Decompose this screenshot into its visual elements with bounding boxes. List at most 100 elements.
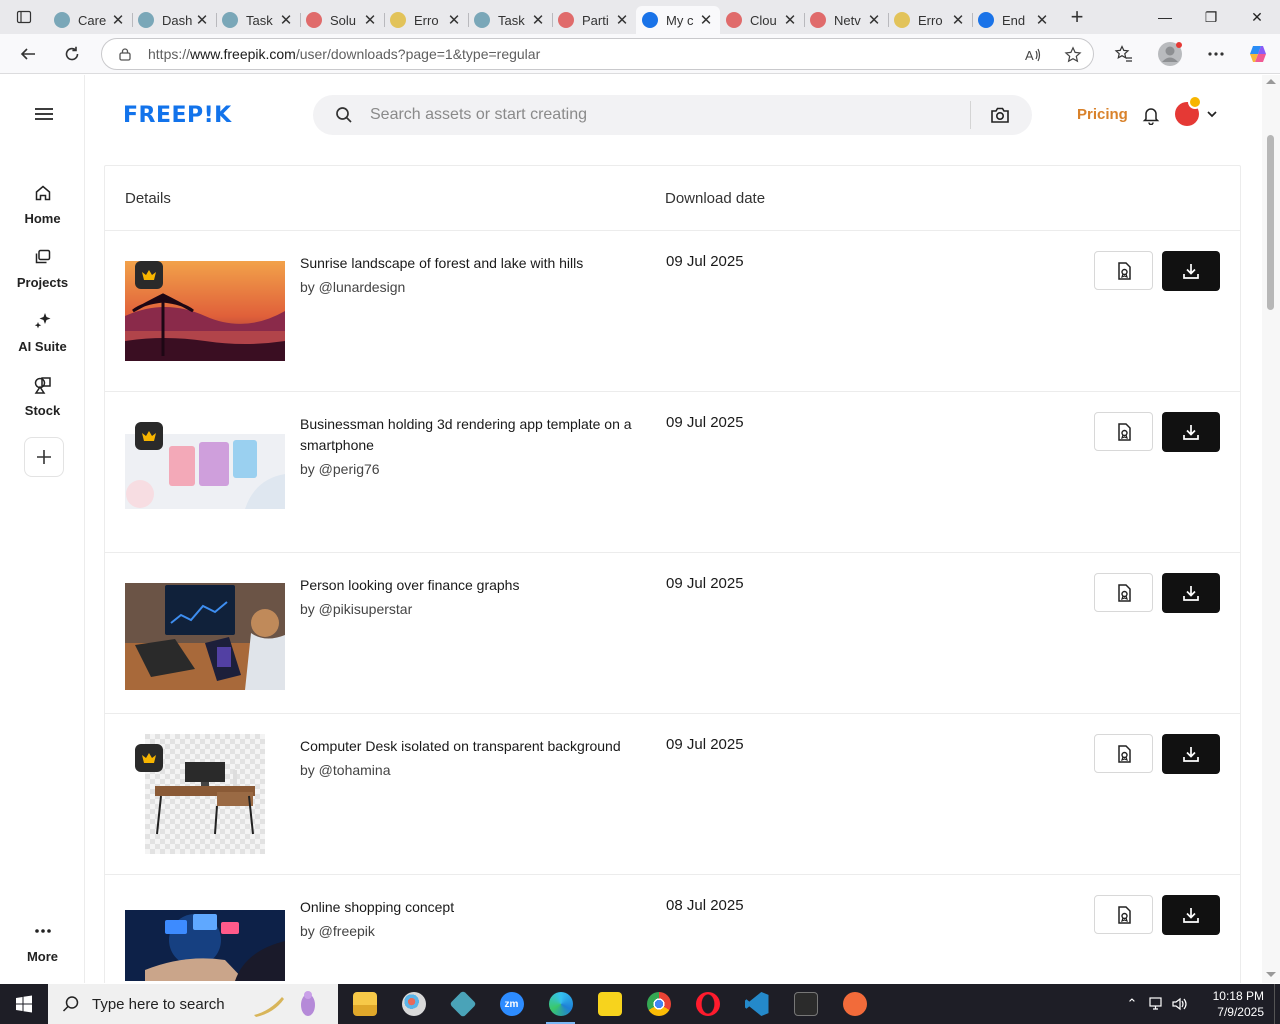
- refresh-button[interactable]: [56, 38, 88, 70]
- tab-actions-button[interactable]: [0, 0, 48, 34]
- favorite-star-icon[interactable]: [1063, 45, 1083, 65]
- minimize-button[interactable]: —: [1142, 0, 1188, 34]
- settings-more-button[interactable]: [1200, 38, 1232, 70]
- browser-tab[interactable]: End ✕: [972, 6, 1056, 34]
- asset-title[interactable]: Online shopping concept: [300, 897, 640, 918]
- asset-author[interactable]: by @freepik: [300, 923, 375, 939]
- rail-item-ai-suite[interactable]: AI Suite: [0, 309, 85, 354]
- stock-icon: [31, 373, 55, 397]
- taskbar-search[interactable]: Type here to search: [48, 984, 338, 1024]
- asset-author[interactable]: by @lunardesign: [300, 279, 405, 295]
- tab-close-icon[interactable]: ✕: [278, 11, 294, 29]
- browser-tab[interactable]: Dash ✕: [132, 6, 216, 34]
- taskbar-opera[interactable]: [683, 984, 732, 1024]
- browser-tab[interactable]: Task ✕: [468, 6, 552, 34]
- close-window-button[interactable]: ✕: [1234, 0, 1280, 34]
- page-scrollbar[interactable]: [1262, 75, 1280, 983]
- tab-close-icon[interactable]: ✕: [362, 11, 378, 29]
- download-button[interactable]: [1162, 734, 1220, 774]
- asset-author[interactable]: by @perig76: [300, 461, 380, 477]
- favorites-button[interactable]: [1108, 38, 1140, 70]
- tab-close-icon[interactable]: ✕: [866, 11, 882, 29]
- edge-icon: [548, 992, 573, 1016]
- tab-close-icon[interactable]: ✕: [1034, 11, 1050, 29]
- chevron-up-icon[interactable]: ⌃: [1120, 984, 1144, 1024]
- pricing-link[interactable]: Pricing: [1077, 106, 1128, 123]
- license-button[interactable]: [1094, 895, 1153, 934]
- license-button[interactable]: [1094, 573, 1153, 612]
- browser-tab[interactable]: Task ✕: [216, 6, 300, 34]
- menu-hamburger-icon[interactable]: [33, 105, 55, 123]
- camera-icon[interactable]: [989, 105, 1011, 125]
- copilot-button[interactable]: [1242, 38, 1274, 70]
- taskbar-app-orange[interactable]: [830, 984, 879, 1024]
- rail-item-home[interactable]: Home: [0, 181, 85, 226]
- scroll-down-arrow[interactable]: [1266, 972, 1276, 977]
- back-button[interactable]: [12, 38, 44, 70]
- download-button[interactable]: [1162, 895, 1220, 935]
- rail-item-stock[interactable]: Stock: [0, 373, 85, 418]
- license-button[interactable]: [1094, 412, 1153, 451]
- taskbar-edge[interactable]: [536, 984, 585, 1024]
- browser-tab[interactable]: Solu ✕: [300, 6, 384, 34]
- browser-tab[interactable]: Erro ✕: [384, 6, 468, 34]
- asset-title[interactable]: Person looking over finance graphs: [300, 575, 640, 596]
- rail-item-label: Stock: [24, 403, 61, 418]
- search-input[interactable]: [370, 95, 960, 135]
- asset-title[interactable]: Businessman holding 3d rendering app tem…: [300, 414, 640, 456]
- url-field[interactable]: https://www.freepik.com/user/downloads?p…: [101, 38, 1094, 70]
- taskbar-zoom[interactable]: zm: [487, 984, 536, 1024]
- tab-close-icon[interactable]: ✕: [194, 11, 210, 29]
- asset-author[interactable]: by @tohamina: [300, 762, 390, 778]
- taskbar-chrome[interactable]: [634, 984, 683, 1024]
- download-button[interactable]: [1162, 573, 1220, 613]
- profile-button[interactable]: [1154, 38, 1186, 70]
- scroll-thumb[interactable]: [1267, 135, 1274, 310]
- start-button[interactable]: [0, 984, 48, 1024]
- read-aloud-icon[interactable]: A: [1023, 45, 1043, 65]
- rail-item-projects[interactable]: Projects: [0, 245, 85, 290]
- license-button[interactable]: [1094, 251, 1153, 290]
- network-icon[interactable]: [1144, 984, 1168, 1024]
- add-button[interactable]: [24, 437, 64, 477]
- taskbar-app-teal[interactable]: [438, 984, 487, 1024]
- tab-close-icon[interactable]: ✕: [530, 11, 546, 29]
- taskbar-paint[interactable]: [389, 984, 438, 1024]
- browser-tab[interactable]: Clou ✕: [720, 6, 804, 34]
- taskbar-sticky-notes[interactable]: [585, 984, 634, 1024]
- asset-title[interactable]: Computer Desk isolated on transparent ba…: [300, 736, 640, 757]
- asset-thumbnail[interactable]: [145, 734, 265, 854]
- browser-tab[interactable]: Care ✕: [48, 6, 132, 34]
- asset-title[interactable]: Sunrise landscape of forest and lake wit…: [300, 253, 640, 274]
- asset-thumbnail[interactable]: [125, 583, 285, 690]
- tab-close-icon[interactable]: ✕: [110, 11, 126, 29]
- chevron-down-icon[interactable]: [1205, 107, 1219, 121]
- taskbar-vscode[interactable]: [732, 984, 781, 1024]
- browser-tab[interactable]: Netv ✕: [804, 6, 888, 34]
- tab-close-icon[interactable]: ✕: [614, 11, 630, 29]
- maximize-button[interactable]: ❐: [1188, 0, 1234, 34]
- download-button[interactable]: [1162, 412, 1220, 452]
- tab-close-icon[interactable]: ✕: [950, 11, 966, 29]
- freepik-logo[interactable]: FREEP!K: [123, 103, 232, 128]
- new-tab-button[interactable]: +: [1060, 0, 1094, 34]
- browser-tab[interactable]: Parti ✕: [552, 6, 636, 34]
- taskbar-terminal[interactable]: [781, 984, 830, 1024]
- tab-close-icon[interactable]: ✕: [698, 11, 714, 29]
- browser-tab[interactable]: Erro ✕: [888, 6, 972, 34]
- asset-thumbnail[interactable]: [125, 910, 285, 981]
- browser-tab[interactable]: My c ✕: [636, 6, 720, 34]
- license-button[interactable]: [1094, 734, 1153, 773]
- taskbar-clock[interactable]: 10:18 PM 7/9/2025: [1192, 988, 1264, 1020]
- license-file-icon: [1117, 261, 1131, 280]
- bell-icon[interactable]: [1141, 105, 1161, 125]
- volume-icon[interactable]: [1168, 984, 1192, 1024]
- asset-author[interactable]: by @pikisuperstar: [300, 601, 412, 617]
- download-button[interactable]: [1162, 251, 1220, 291]
- scroll-up-arrow[interactable]: [1266, 79, 1276, 84]
- rail-item-more[interactable]: More: [0, 919, 85, 964]
- taskbar-file-explorer[interactable]: [340, 984, 389, 1024]
- tab-close-icon[interactable]: ✕: [782, 11, 798, 29]
- tab-close-icon[interactable]: ✕: [446, 11, 462, 29]
- show-desktop-button[interactable]: [1274, 984, 1280, 1024]
